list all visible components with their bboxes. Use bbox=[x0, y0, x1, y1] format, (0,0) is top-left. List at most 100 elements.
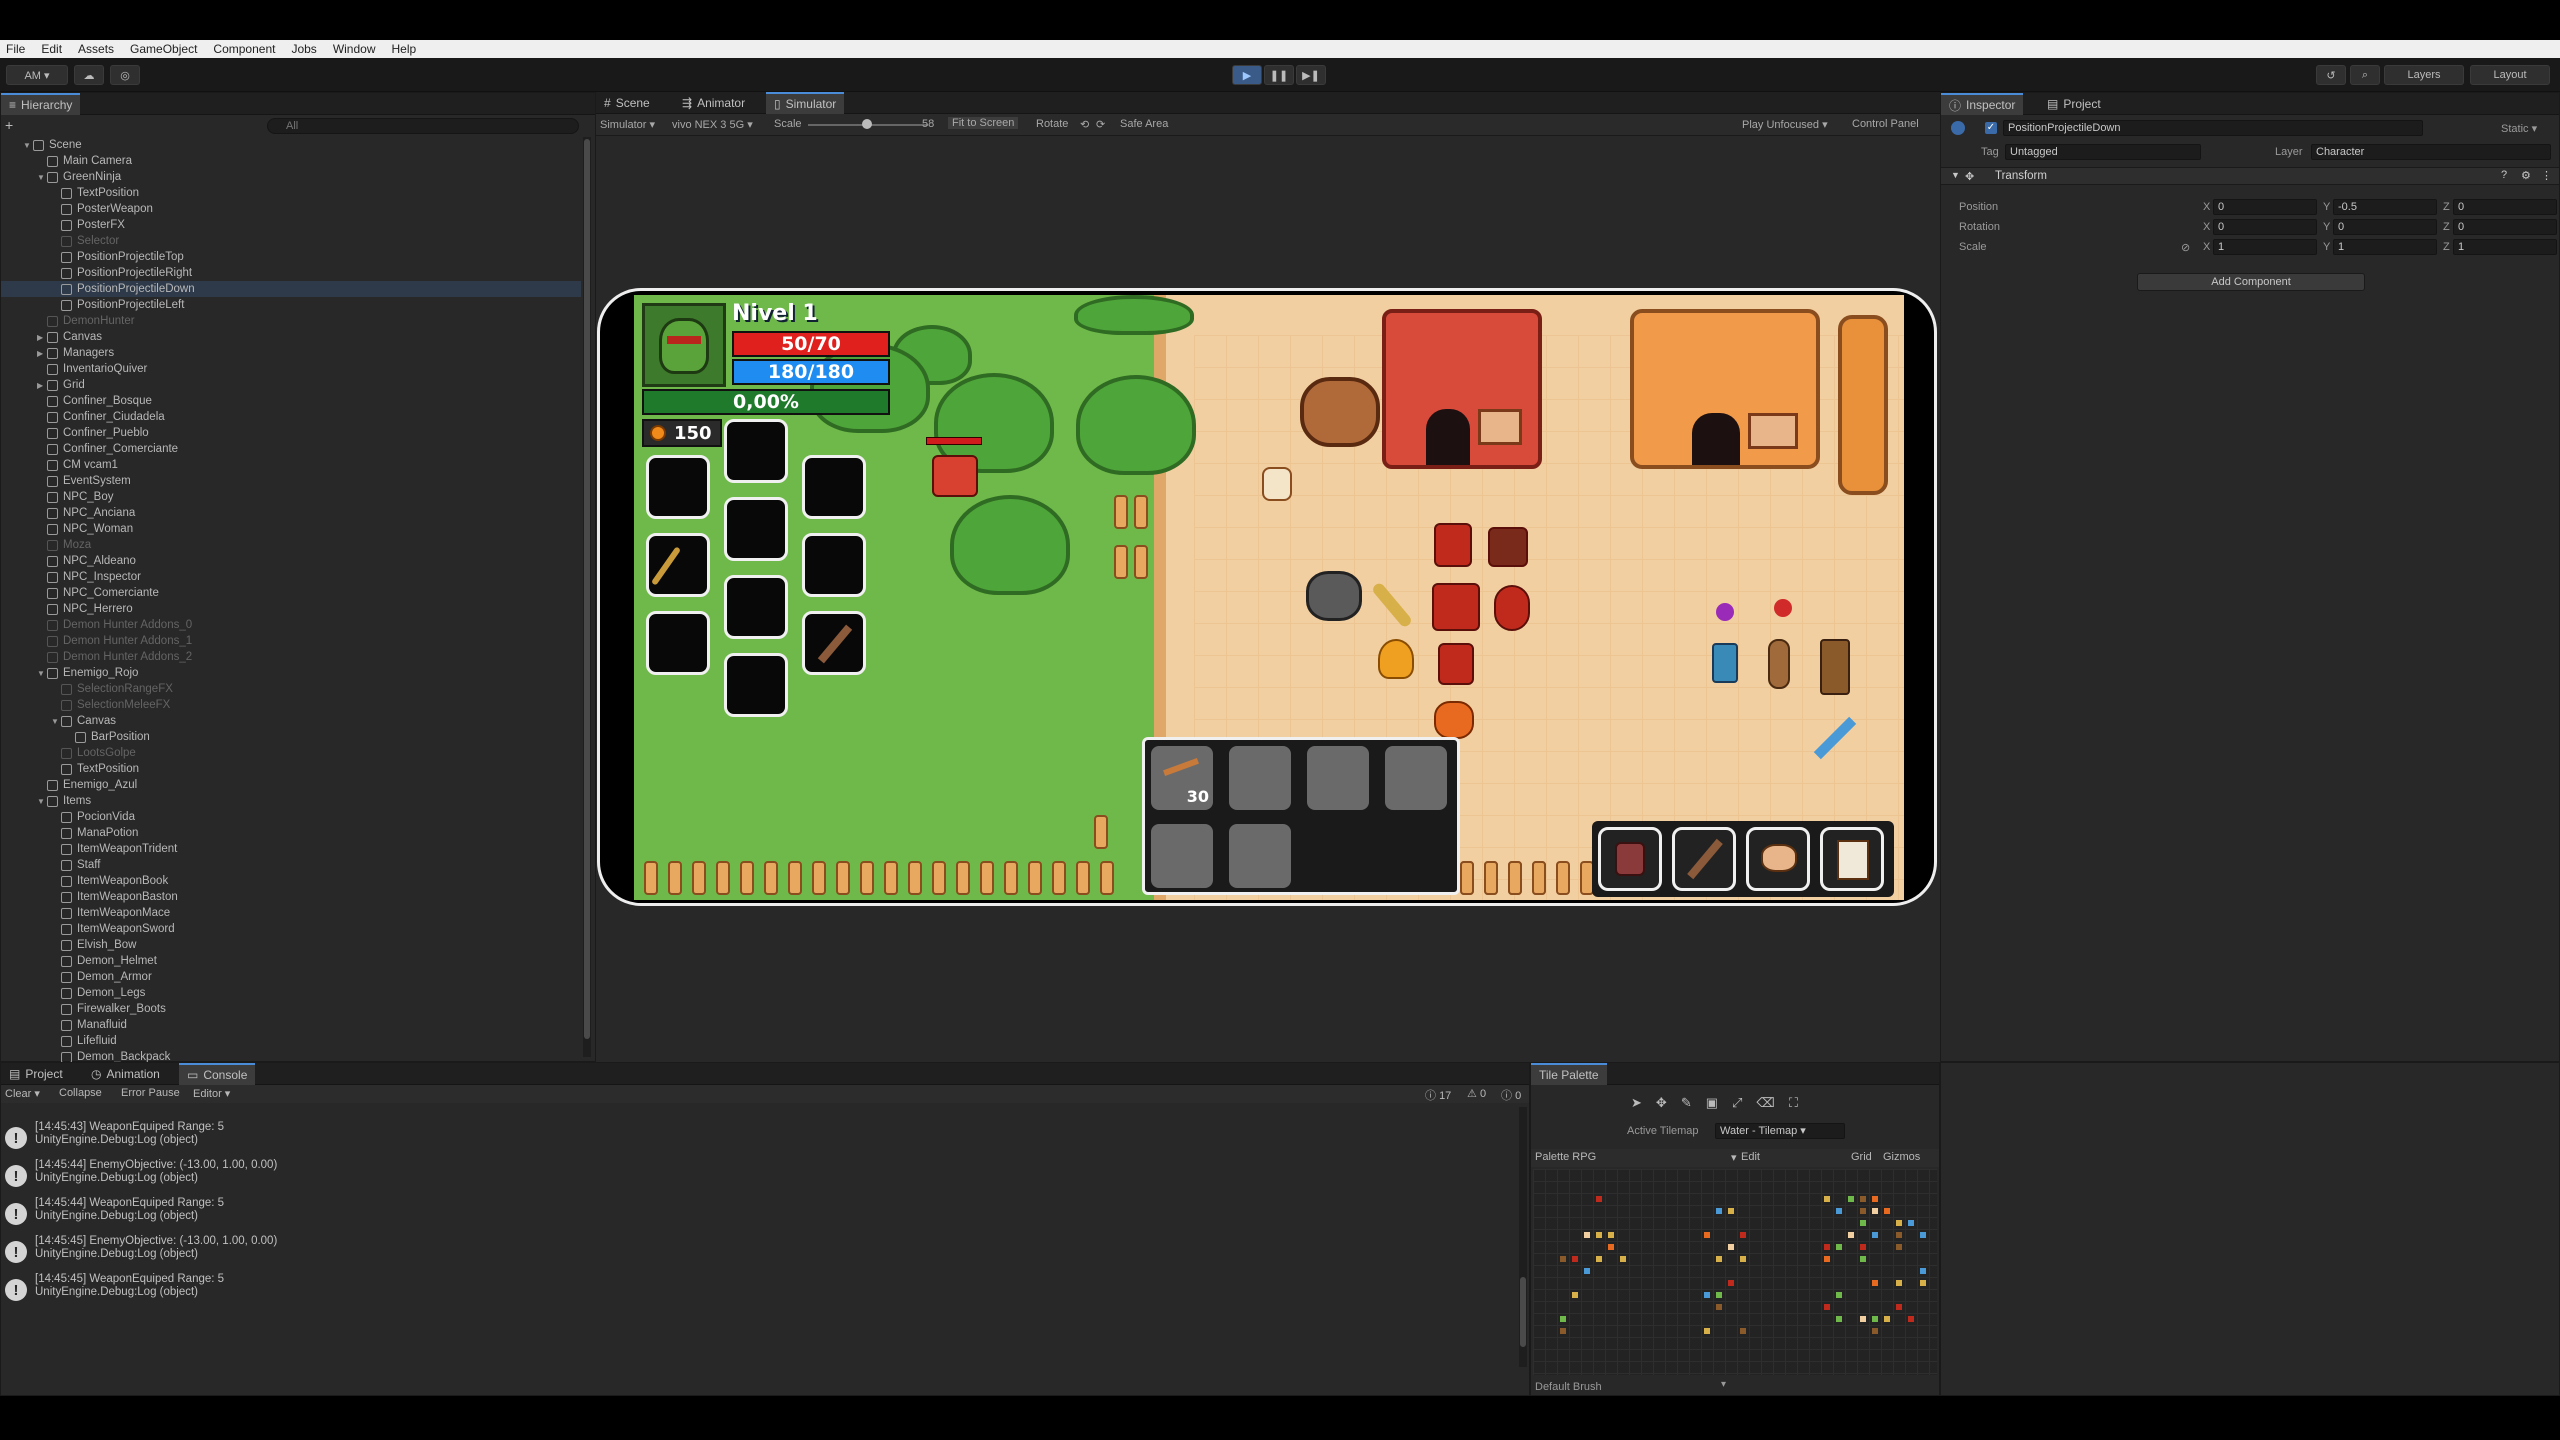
hierarchy-item[interactable]: ▶ Canvas bbox=[1, 329, 581, 345]
tab-hierarchy[interactable]: ≡ Hierarchy bbox=[1, 93, 81, 115]
info-count[interactable]: ⓘ 17 bbox=[1425, 1087, 1451, 1103]
palette-tile[interactable] bbox=[1596, 1256, 1602, 1262]
fit-to-screen-button[interactable]: Fit to Screen bbox=[948, 117, 1019, 129]
tab-animation[interactable]: ◷ Animation bbox=[83, 1063, 168, 1085]
palette-tile[interactable] bbox=[1896, 1220, 1902, 1226]
hierarchy-item[interactable]: NPC_Anciana bbox=[1, 505, 581, 521]
console-scrollbar[interactable] bbox=[1519, 1107, 1527, 1367]
log-entry[interactable]: ! [14:45:45] WeaponEquiped Range: 5 UnityE… bbox=[5, 1273, 1505, 1311]
static-dropdown[interactable]: Static ▾ bbox=[2501, 122, 2537, 135]
log-entry[interactable]: ! [14:45:44] EnemyObjective: (-13.00, 1.0… bbox=[5, 1159, 1505, 1197]
demon-armor-item[interactable] bbox=[1432, 583, 1480, 631]
gizmos-button[interactable]: Gizmos bbox=[1883, 1151, 1920, 1163]
palette-tile[interactable] bbox=[1836, 1208, 1842, 1214]
hierarchy-item[interactable]: ManaPotion bbox=[1, 825, 581, 841]
x-field[interactable]: 0 bbox=[2213, 199, 2317, 215]
hierarchy-item[interactable]: TextPosition bbox=[1, 761, 581, 777]
hierarchy-item[interactable]: PosterFX bbox=[1, 217, 581, 233]
menu-jobs[interactable]: Jobs bbox=[291, 42, 316, 56]
palette-tile[interactable] bbox=[1824, 1244, 1830, 1250]
object-name-field[interactable]: PositionProjectileDown bbox=[2003, 120, 2423, 136]
control-panel-button[interactable]: Control Panel bbox=[1852, 118, 1919, 130]
hierarchy-item[interactable]: ▶ Grid bbox=[1, 377, 581, 393]
active-tilemap-dropdown[interactable]: Water - Tilemap ▾ bbox=[1715, 1123, 1845, 1139]
slot-helmet[interactable] bbox=[724, 419, 788, 483]
rotate-left-icon[interactable]: ⟲ bbox=[1080, 118, 1089, 131]
edit-button[interactable]: Edit bbox=[1741, 1151, 1760, 1163]
play-button[interactable]: ▶ bbox=[1232, 65, 1262, 85]
x-field[interactable]: 0 bbox=[2213, 219, 2317, 235]
brush-dropdown[interactable]: Default Brush bbox=[1535, 1381, 1602, 1393]
settings-icon[interactable]: ⚙ bbox=[2521, 169, 2531, 182]
foldout-arrow-icon[interactable]: ▶ bbox=[37, 333, 47, 342]
palette-tile[interactable] bbox=[1704, 1232, 1710, 1238]
palette-tile[interactable] bbox=[1860, 1316, 1866, 1322]
menu-gameobject[interactable]: GameObject bbox=[130, 42, 197, 56]
palette-tile[interactable] bbox=[1920, 1280, 1926, 1286]
palette-tile[interactable] bbox=[1704, 1328, 1710, 1334]
palette-tile[interactable] bbox=[1872, 1316, 1878, 1322]
palette-tile[interactable] bbox=[1884, 1316, 1890, 1322]
palette-tile[interactable] bbox=[1896, 1304, 1902, 1310]
hierarchy-item[interactable]: Demon Hunter Addons_1 bbox=[1, 633, 581, 649]
history-icon[interactable]: ↺ bbox=[2316, 65, 2346, 85]
hierarchy-item[interactable]: Main Camera bbox=[1, 153, 581, 169]
hierarchy-item[interactable]: NPC_Inspector bbox=[1, 569, 581, 585]
tab-animator[interactable]: ⇶ Animator bbox=[674, 92, 753, 114]
palette-tile[interactable] bbox=[1572, 1292, 1578, 1298]
tag-dropdown[interactable]: Untagged bbox=[2005, 144, 2201, 160]
palette-tile[interactable] bbox=[1560, 1256, 1566, 1262]
y-field[interactable]: 0 bbox=[2333, 219, 2437, 235]
dropdown-icon[interactable]: ▾ bbox=[1731, 1151, 1737, 1164]
palette-tile[interactable] bbox=[1836, 1316, 1842, 1322]
palette-tile[interactable] bbox=[1824, 1256, 1830, 1262]
palette-tile[interactable] bbox=[1848, 1196, 1854, 1202]
slot-backpack[interactable] bbox=[802, 455, 866, 519]
y-field[interactable]: 1 bbox=[2333, 239, 2437, 255]
simulator-mode-dropdown[interactable]: Simulator ▾ bbox=[600, 118, 655, 131]
hierarchy-item[interactable]: Demon_Legs bbox=[1, 985, 581, 1001]
hierarchy-item[interactable]: NPC_Boy bbox=[1, 489, 581, 505]
hierarchy-item[interactable]: Confiner_Ciudadela bbox=[1, 409, 581, 425]
select-tool-icon[interactable]: ➤ bbox=[1631, 1095, 1642, 1111]
palette-tile[interactable] bbox=[1740, 1256, 1746, 1262]
slot-armor[interactable] bbox=[724, 497, 788, 561]
quest-button[interactable] bbox=[1820, 827, 1884, 891]
play-mode-dropdown[interactable]: Play Unfocused ▾ bbox=[1742, 118, 1828, 131]
demon-backpack-item[interactable] bbox=[1488, 527, 1528, 567]
menu-component[interactable]: Component bbox=[213, 42, 275, 56]
more-icon[interactable]: ⋮ bbox=[2541, 169, 2552, 182]
quiver-slot-2[interactable] bbox=[1229, 746, 1291, 810]
hierarchy-item[interactable]: ▼ GreenNinja bbox=[1, 169, 581, 185]
grid-button[interactable]: Grid bbox=[1851, 1151, 1872, 1163]
hierarchy-item[interactable]: Demon_Armor bbox=[1, 969, 581, 985]
palette-tile[interactable] bbox=[1920, 1232, 1926, 1238]
hierarchy-item[interactable]: Selector bbox=[1, 233, 581, 249]
menu-file[interactable]: File bbox=[6, 42, 25, 56]
demon-helmet-item[interactable] bbox=[1434, 523, 1472, 567]
menu-window[interactable]: Window bbox=[333, 42, 376, 56]
firewalker-boots-item[interactable] bbox=[1378, 639, 1414, 679]
menu-edit[interactable]: Edit bbox=[41, 42, 62, 56]
palette-tile[interactable] bbox=[1584, 1268, 1590, 1274]
hierarchy-item[interactable]: ▼ Enemigo_Rojo bbox=[1, 665, 581, 681]
hierarchy-item[interactable]: ▼ Items bbox=[1, 793, 581, 809]
hierarchy-item[interactable]: Confiner_Comerciante bbox=[1, 441, 581, 457]
palette-tile[interactable] bbox=[1728, 1208, 1734, 1214]
demon-shield-item[interactable] bbox=[1494, 585, 1530, 631]
palette-tile[interactable] bbox=[1824, 1196, 1830, 1202]
palette-tile[interactable] bbox=[1872, 1208, 1878, 1214]
hierarchy-item[interactable]: Confiner_Pueblo bbox=[1, 425, 581, 441]
hierarchy-item[interactable]: Demon Hunter Addons_2 bbox=[1, 649, 581, 665]
rotate-right-icon[interactable]: ⟳ bbox=[1096, 118, 1105, 131]
tab-project[interactable]: ▤ Project bbox=[2039, 93, 2109, 115]
picker-icon[interactable]: ⤢ bbox=[1732, 1095, 1742, 1111]
cloud-icon[interactable]: ☁ bbox=[74, 65, 104, 85]
palette-tile[interactable] bbox=[1596, 1196, 1602, 1202]
palette-tile[interactable] bbox=[1836, 1244, 1842, 1250]
palette-tile[interactable] bbox=[1860, 1244, 1866, 1250]
hierarchy-item[interactable]: ItemWeaponTrident bbox=[1, 841, 581, 857]
palette-tile[interactable] bbox=[1608, 1244, 1614, 1250]
tab-project-bottom[interactable]: ▤ Project bbox=[1, 1063, 71, 1085]
account-button[interactable]: AM ▾ bbox=[6, 65, 68, 85]
